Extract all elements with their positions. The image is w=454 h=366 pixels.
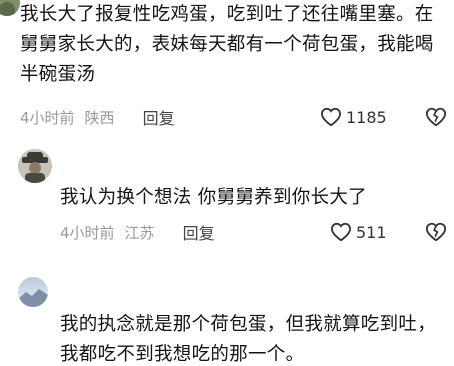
- comment-text: 我认为换个想法 你舅舅养到你长大了: [60, 187, 367, 208]
- comment-meta: 4小时前 陕西 回复: [20, 105, 175, 129]
- heart-icon: [330, 222, 352, 242]
- comment-text: 我的执念就是那个荷包蛋，但我就算吃到吐，我都吃不到我想吃的那一个。: [60, 314, 437, 365]
- avatar[interactable]: [18, 149, 52, 183]
- comment-location: 江苏: [124, 223, 155, 242]
- heart-icon: [320, 107, 342, 127]
- broken-heart-icon[interactable]: [425, 106, 447, 128]
- comment-thread: 我长大了报复性吃鸡蛋，吃到吐了还往嘴里塞。在舅舅家长大的，表妹每天都有一个荷包蛋…: [0, 0, 454, 366]
- comment-text: 我长大了报复性吃鸡蛋，吃到吐了还往嘴里塞。在舅舅家长大的，表妹每天都有一个荷包蛋…: [20, 4, 434, 85]
- like-button[interactable]: 511: [330, 221, 387, 243]
- avatar[interactable]: [0, 0, 20, 16]
- reply-button[interactable]: 回复: [183, 220, 215, 244]
- like-button[interactable]: 1185: [320, 106, 387, 128]
- comment-meta: 4小时前 江苏 回复: [60, 220, 215, 244]
- comment-time: 4小时前: [20, 108, 75, 127]
- reply-button[interactable]: 回复: [143, 105, 175, 129]
- like-count: 511: [356, 222, 387, 242]
- like-count: 1185: [346, 107, 387, 127]
- broken-heart-icon[interactable]: [425, 221, 447, 243]
- comment-time: 4小时前: [60, 223, 115, 242]
- avatar[interactable]: [18, 277, 48, 307]
- comment-location: 陕西: [84, 108, 115, 127]
